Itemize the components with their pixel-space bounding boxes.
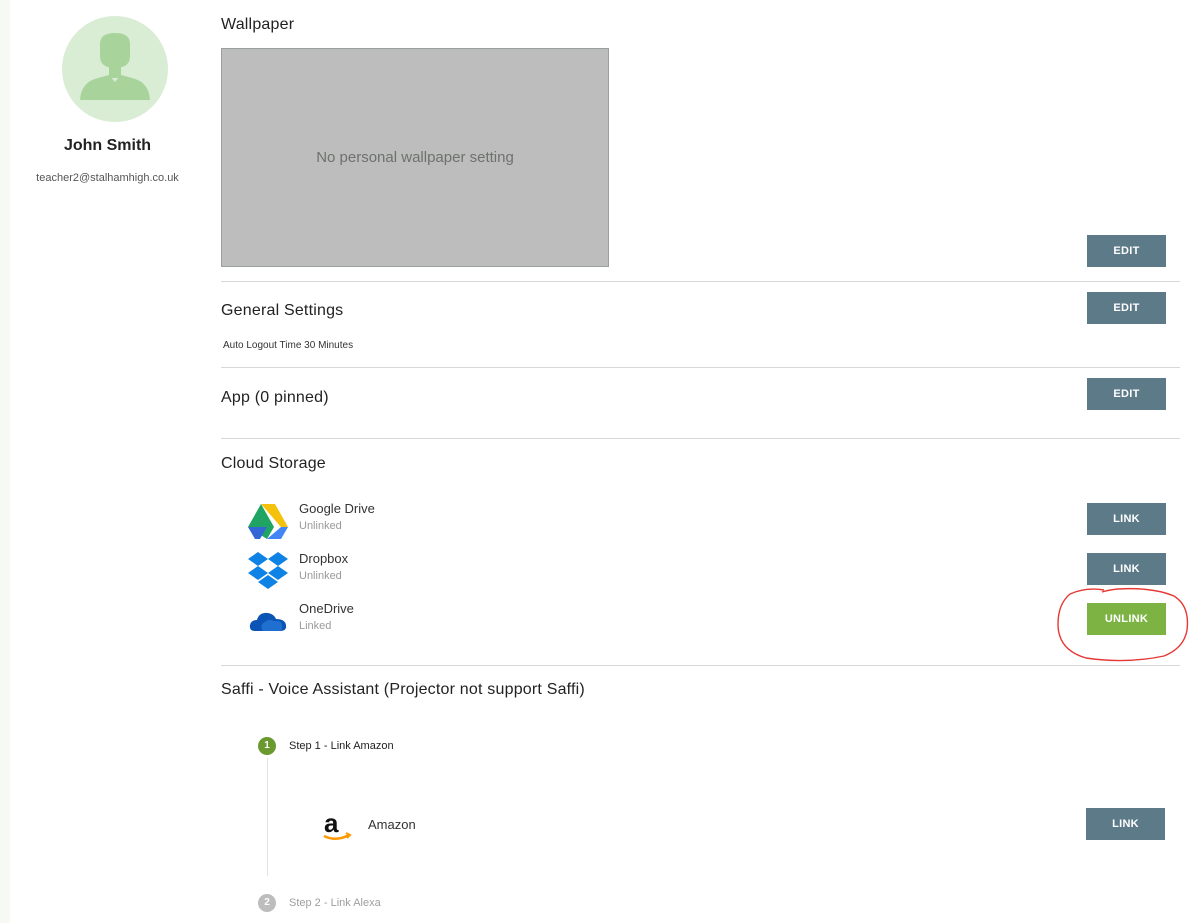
cloud-service-status: Unlinked — [299, 520, 342, 532]
saffi-title: Saffi - Voice Assistant (Projector not s… — [221, 681, 585, 698]
app-edit-button[interactable]: EDIT — [1087, 378, 1166, 410]
user-email: teacher2@stalhamhigh.co.uk — [36, 172, 179, 184]
section-divider — [221, 281, 1180, 282]
auto-logout-setting: Auto Logout Time 30 Minutes — [223, 340, 354, 351]
cloud-service-name: OneDrive — [299, 601, 354, 616]
svg-text:a: a — [324, 808, 339, 838]
cloud-storage-title: Cloud Storage — [221, 455, 326, 472]
user-silhouette-icon — [80, 33, 150, 100]
amazon-icon: a — [323, 808, 352, 840]
wallpaper-placeholder-text: No personal wallpaper setting — [316, 149, 514, 166]
onedrive-icon — [249, 612, 287, 631]
section-divider — [221, 665, 1180, 666]
wallpaper-preview: No personal wallpaper setting — [221, 48, 609, 267]
section-divider — [221, 438, 1180, 439]
cloud-service-name: Google Drive — [299, 501, 375, 516]
onedrive-unlink-button[interactable]: UNLINK — [1087, 603, 1166, 635]
google-drive-link-button[interactable]: LINK — [1087, 503, 1166, 535]
cloud-service-status: Unlinked — [299, 570, 342, 582]
section-divider — [221, 367, 1180, 368]
cloud-service-name: Dropbox — [299, 551, 349, 566]
app-title: App (0 pinned) — [221, 389, 329, 406]
step-1-badge: 1 — [258, 737, 276, 755]
avatar — [62, 16, 168, 122]
general-settings-edit-button[interactable]: EDIT — [1087, 292, 1166, 324]
general-settings-title: General Settings — [221, 302, 344, 319]
user-name: John Smith — [63, 137, 152, 154]
cloud-service-google-drive: Google Drive Unlinked — [247, 501, 1180, 545]
amazon-link-button[interactable]: LINK — [1086, 808, 1165, 840]
cloud-service-dropbox: Dropbox Unlinked — [247, 551, 1180, 595]
step-2-label: Step 2 - Link Alexa — [289, 897, 381, 909]
left-edge-strip — [0, 0, 10, 923]
google-drive-icon — [248, 504, 288, 539]
cloud-service-onedrive: OneDrive Linked — [247, 601, 1180, 645]
dropbox-link-button[interactable]: LINK — [1087, 553, 1166, 585]
wallpaper-edit-button[interactable]: EDIT — [1087, 235, 1166, 267]
settings-main: Wallpaper No personal wallpaper setting … — [221, 0, 1180, 923]
step-connector-line — [267, 758, 268, 876]
step-2-badge: 2 — [258, 894, 276, 912]
dropbox-icon — [248, 552, 288, 589]
wallpaper-title: Wallpaper — [221, 16, 295, 33]
step-1-label: Step 1 - Link Amazon — [289, 740, 394, 752]
amazon-label: Amazon — [368, 817, 416, 832]
cloud-service-status: Linked — [299, 620, 332, 632]
